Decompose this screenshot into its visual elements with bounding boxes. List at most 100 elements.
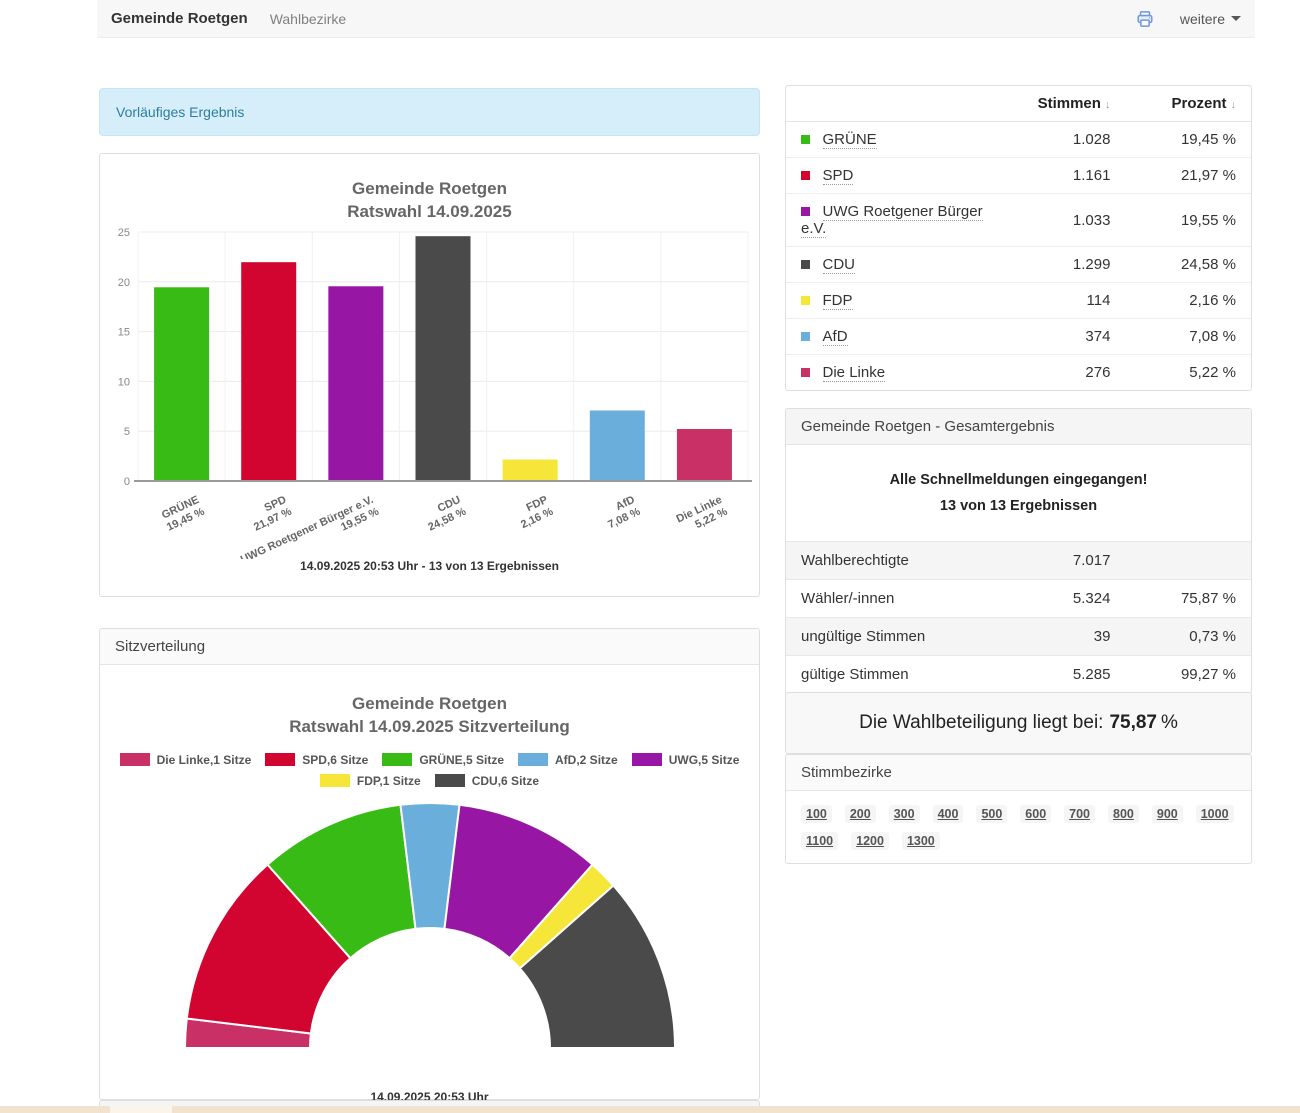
legend-swatch (120, 753, 150, 766)
x-axis-label: SPD21,97 % (247, 494, 294, 534)
party-color-square (801, 260, 810, 269)
top-navbar: Gemeinde Roetgen Wahlbezirke weitere (97, 0, 1255, 38)
seat-donut-chart (100, 796, 759, 1064)
party-link-FDP[interactable]: FDP (823, 292, 853, 310)
bar-chart: 0510152025GRÜNE19,45 %SPD21,97 %UWG Roet… (100, 224, 759, 559)
weitere-dropdown[interactable]: weitere (1180, 11, 1241, 27)
bottom-strip-gap (110, 1106, 172, 1113)
total-row-Wahlberechtigte: Wahlberechtigte7.017 (786, 542, 1251, 580)
table-row-CDU: CDU1.29924,58 % (786, 247, 1251, 283)
x-axis-label: Die Linke5,22 % (675, 494, 730, 537)
nav-link-wahlbezirke[interactable]: Wahlbezirke (270, 11, 347, 27)
legend-item-SPD[interactable]: SPD,6 Sitze (265, 753, 368, 767)
legend-item-CDU[interactable]: CDU,6 Sitze (435, 774, 539, 788)
percent-column-header[interactable]: Prozent ↓ (1125, 86, 1251, 122)
legend-label: SPD,6 Sitze (302, 753, 368, 767)
bar-CDU[interactable] (416, 236, 471, 481)
legend-item-AfD[interactable]: AfD,2 Sitze (518, 753, 618, 767)
y-axis-tick: 5 (124, 426, 130, 438)
party-link-CDU[interactable]: CDU (823, 256, 856, 274)
total-value: 5.324 (1000, 580, 1126, 618)
votes-value: 276 (1000, 355, 1126, 391)
x-axis-label: AfD7,08 % (601, 494, 643, 531)
turnout-card: Die Wahlbeteiligung liegt bei: 75,87 % (785, 692, 1252, 754)
y-axis-tick: 20 (118, 277, 130, 289)
percent-value: 24,58 % (1125, 247, 1251, 283)
total-row-Wähler/-innen: Wähler/-innen5.32475,87 % (786, 580, 1251, 618)
bar-Die Linke[interactable] (677, 429, 732, 481)
district-link-600[interactable]: 600 (1020, 805, 1051, 823)
legend-swatch (265, 753, 295, 766)
y-axis-tick: 15 (118, 326, 130, 338)
bar-FDP[interactable] (503, 459, 558, 481)
party-color-square (801, 332, 810, 341)
bar-SPD[interactable] (241, 262, 296, 481)
total-result-header: Gemeinde Roetgen - Gesamtergebnis (786, 409, 1251, 445)
total-row-gültige Stimmen: gültige Stimmen5.28599,27 % (786, 656, 1251, 694)
district-link-800[interactable]: 800 (1108, 805, 1139, 823)
percent-value: 5,22 % (1125, 355, 1251, 391)
party-link-Die Linke[interactable]: Die Linke (823, 364, 886, 382)
votes-column-header[interactable]: Stimmen ↓ (1000, 86, 1126, 122)
legend-label: Die Linke,1 Sitze (157, 753, 252, 767)
legend-item-FDP[interactable]: FDP,1 Sitze (320, 774, 421, 788)
party-link-UWG Roetgener Bürger e.V.[interactable]: UWG Roetgener Bürger e.V. (801, 203, 983, 238)
results-table: Stimmen↓ Prozent↓ GRÜNE1.02819,45 % SPD1… (786, 86, 1251, 390)
weitere-label: weitere (1180, 11, 1225, 27)
party-link-SPD[interactable]: SPD (823, 167, 854, 185)
x-axis-label: FDP2,16 % (514, 494, 556, 531)
total-value: 7.017 (1000, 542, 1126, 580)
turnout-suffix: % (1161, 712, 1178, 734)
district-link-300[interactable]: 300 (889, 805, 920, 823)
bar-GRÜNE[interactable] (154, 287, 209, 481)
table-row-UWG Roetgener Bürger e.V.: UWG Roetgener Bürger e.V.1.03319,55 % (786, 194, 1251, 247)
total-label: gültige Stimmen (786, 656, 1000, 694)
district-link-100[interactable]: 100 (801, 805, 832, 823)
table-row-Die Linke: Die Linke 2765,22 % (786, 355, 1251, 391)
total-row-ungültige Stimmen: ungültige Stimmen390,73 % (786, 618, 1251, 656)
legend-swatch (632, 753, 662, 766)
legend-swatch (435, 774, 465, 787)
sort-down-icon[interactable]: ↓ (1231, 99, 1237, 111)
district-link-1300[interactable]: 1300 (902, 832, 940, 850)
bar-AfD[interactable] (590, 410, 645, 481)
legend-item-UWG[interactable]: UWG,5 Sitze (632, 753, 740, 767)
party-link-GRÜNE[interactable]: GRÜNE (823, 131, 877, 149)
district-link-1200[interactable]: 1200 (851, 832, 889, 850)
seat-chart-title-line1: Gemeinde Roetgen (100, 693, 759, 716)
printer-icon[interactable] (1136, 10, 1154, 28)
district-link-1100[interactable]: 1100 (801, 832, 838, 850)
results-header-row: Stimmen ↓ Prozent ↓ (786, 86, 1251, 122)
legend-item-GRÜNE[interactable]: GRÜNE,5 Sitze (382, 753, 504, 767)
districts-card: Stimmbezirke 100200300400500600700800900… (785, 754, 1252, 864)
votes-value: 374 (1000, 319, 1126, 355)
legend-item-Die Linke[interactable]: Die Linke,1 Sitze (120, 753, 252, 767)
district-link-400[interactable]: 400 (933, 805, 964, 823)
quick-report-line1: Alle Schnellmeldungen eingegangen! (796, 467, 1241, 493)
table-row-SPD: SPD1.16121,97 % (786, 158, 1251, 194)
nav-brand-gemeinde-roetgen[interactable]: Gemeinde Roetgen (111, 10, 248, 27)
legend-label: CDU,6 Sitze (472, 774, 539, 788)
quick-report-message: Alle Schnellmeldungen eingegangen! 13 vo… (786, 445, 1251, 541)
district-link-500[interactable]: 500 (976, 805, 1007, 823)
y-axis-tick: 10 (118, 376, 130, 388)
votes-header-label: Stimmen (1038, 95, 1101, 112)
district-link-900[interactable]: 900 (1152, 805, 1183, 823)
percent-value: 2,16 % (1125, 283, 1251, 319)
bar-chart-card: Gemeinde Roetgen Ratswahl 14.09.2025 051… (99, 153, 760, 597)
bar-UWG Roetgener Bürger e.V.[interactable] (328, 286, 383, 481)
percent-value: 19,45 % (1125, 122, 1251, 158)
party-link-AfD[interactable]: AfD (823, 328, 848, 346)
y-axis-tick: 25 (118, 227, 130, 239)
x-axis-label: GRÜNE19,45 % (159, 493, 207, 534)
percent-header-label: Prozent (1171, 95, 1226, 112)
district-link-700[interactable]: 700 (1064, 805, 1095, 823)
district-link-200[interactable]: 200 (845, 805, 876, 823)
votes-value: 1.161 (1000, 158, 1126, 194)
district-link-1000[interactable]: 1000 (1196, 805, 1234, 823)
table-row-FDP: FDP1142,16 % (786, 283, 1251, 319)
legend-label: AfD,2 Sitze (555, 753, 618, 767)
sort-down-icon[interactable]: ↓ (1105, 99, 1111, 111)
seat-chart-title: Gemeinde Roetgen Ratswahl 14.09.2025 Sit… (100, 693, 759, 739)
x-axis-label: CDU24,58 % (421, 494, 468, 534)
